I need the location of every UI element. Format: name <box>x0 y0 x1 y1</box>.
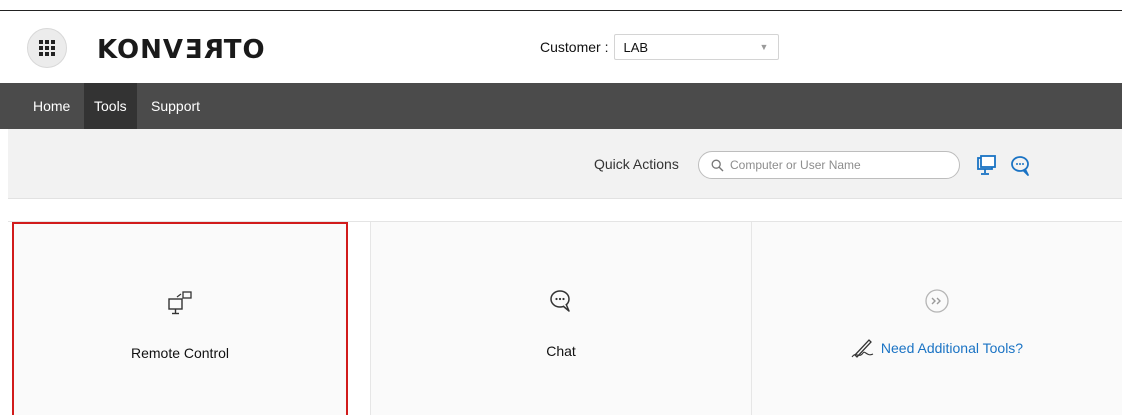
customer-selector: Customer : LAB ▼ <box>540 33 780 61</box>
customer-value: LAB <box>623 39 649 55</box>
remote-control-quick-icon[interactable] <box>974 154 998 178</box>
signature-pen-icon <box>851 339 874 358</box>
nav-item-home[interactable]: Home <box>23 83 80 129</box>
tool-cards: Remote Control Chat Need Additional Tool… <box>8 221 1122 415</box>
chat-card[interactable]: Chat <box>370 222 752 415</box>
remote-control-icon <box>168 291 192 315</box>
grid-icon <box>39 40 55 56</box>
need-additional-tools-link[interactable]: Need Additional Tools? <box>752 337 1122 359</box>
need-additional-tools-label: Need Additional Tools? <box>880 340 1024 356</box>
remote-control-card[interactable]: Remote Control <box>12 222 348 415</box>
apps-menu-button[interactable] <box>27 28 67 68</box>
quick-actions-bar: Quick Actions Computer or User Name <box>8 129 1122 199</box>
chat-label: Chat <box>546 343 576 359</box>
card-divider <box>370 222 371 415</box>
search-placeholder: Computer or User Name <box>730 158 861 172</box>
chevron-down-icon: ▼ <box>759 42 769 52</box>
chat-quick-icon[interactable] <box>1008 154 1032 178</box>
nav-item-label: Home <box>33 98 71 114</box>
main-nav: Home Tools Support <box>0 83 1122 129</box>
quick-actions-label: Quick Actions <box>594 156 679 172</box>
additional-tools-card: Need Additional Tools? <box>752 222 1122 415</box>
chat-icon <box>550 290 570 312</box>
nav-item-tools[interactable]: Tools <box>84 83 137 129</box>
logo: KONVERTO <box>97 35 266 65</box>
quick-actions-search-input[interactable]: Computer or User Name <box>698 151 960 179</box>
more-tools-icon[interactable] <box>924 288 950 314</box>
customer-dropdown[interactable]: LAB ▼ <box>614 34 780 60</box>
nav-item-label: Tools <box>94 98 127 114</box>
customer-label: Customer : <box>540 39 609 55</box>
header: KONVERTO Customer : LAB ▼ <box>0 11 1122 83</box>
nav-item-support[interactable]: Support <box>141 83 210 129</box>
nav-item-label: Support <box>151 98 201 114</box>
search-icon <box>711 159 724 171</box>
remote-control-label: Remote Control <box>130 345 230 361</box>
